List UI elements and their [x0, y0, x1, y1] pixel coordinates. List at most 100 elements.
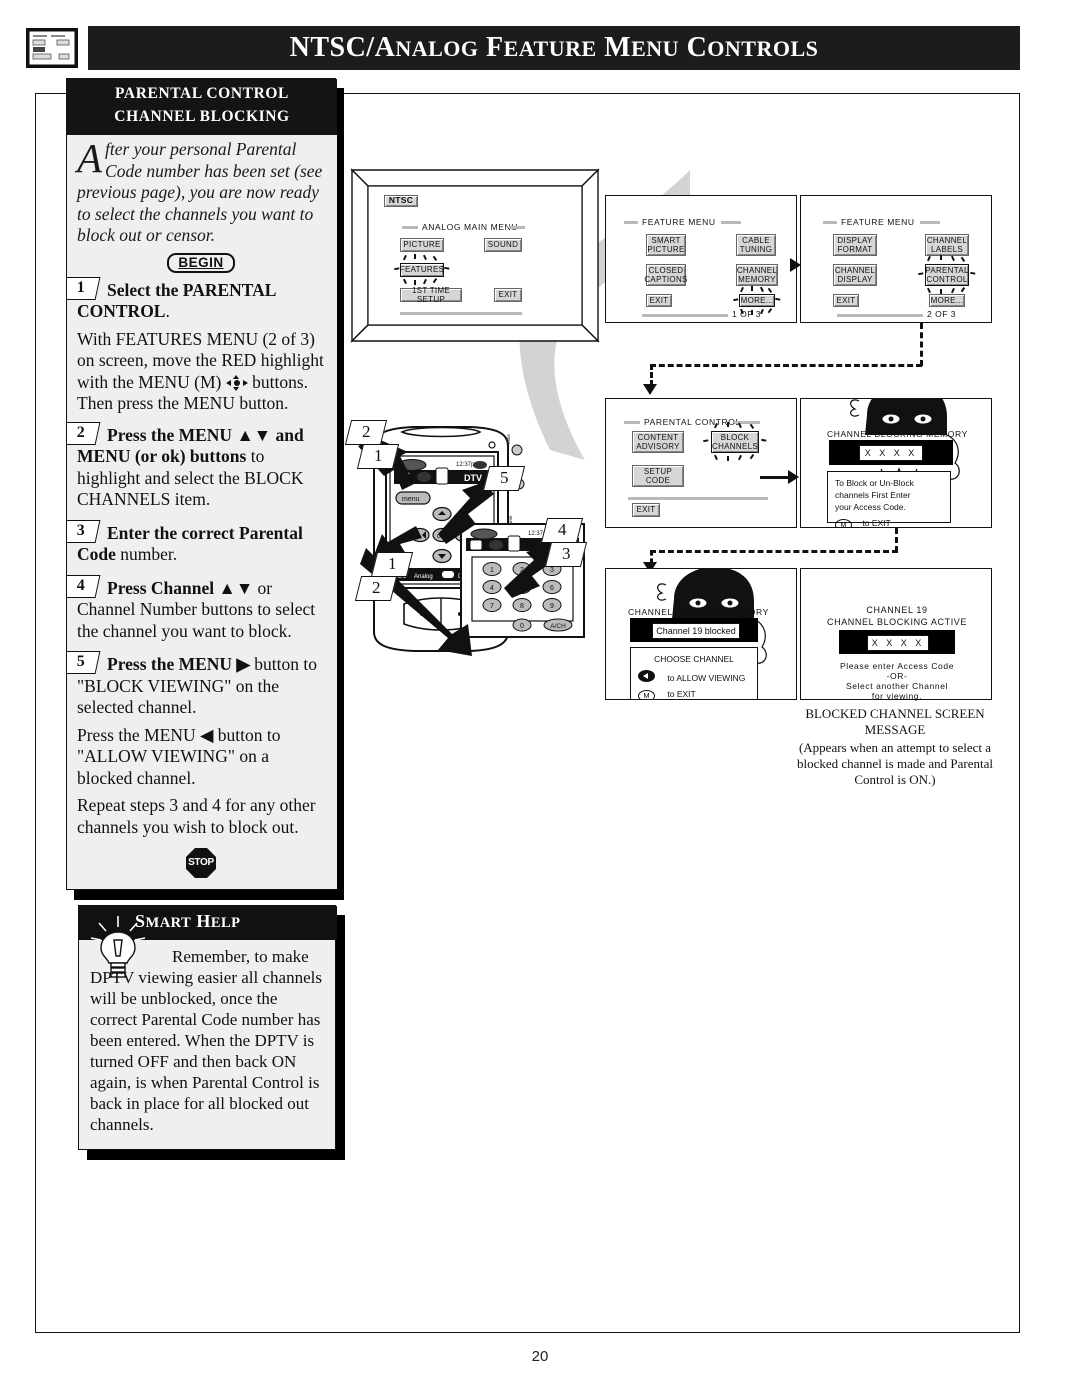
page-header-bar: NTSC/ANALOG FEATURE MENU CONTROLS	[88, 26, 1020, 70]
fm2-bottom-rule	[837, 314, 923, 317]
remote-callout-2a: 2	[344, 420, 388, 445]
blocked-note-3: Select another Channel	[845, 681, 949, 691]
fm1-btn-smart-picture[interactable]: SMART PICTURE	[646, 234, 686, 256]
screen-cbm-code: CHANNEL BLOCKING MEMORY X X X X To Block…	[800, 398, 992, 528]
fm1-btn-exit[interactable]: EXIT	[646, 294, 672, 307]
fm1-btn-cable-tuning[interactable]: CABLE TUNING	[736, 234, 776, 256]
panel-body: PARENTAL CONTROL CHANNEL BLOCKING After …	[66, 78, 337, 890]
remote-callout-5: 5	[482, 466, 526, 491]
step-1: 1 Select the PARENTAL CONTROL.	[67, 276, 325, 323]
pc-title: PARENTAL CONTROL	[644, 417, 741, 427]
cbm-exit-label: to EXIT	[862, 518, 891, 528]
panel-heading-line2: CHANNEL BLOCKING	[114, 108, 290, 125]
blocked-code-field[interactable]: X X X X	[867, 635, 929, 651]
page-number: 20	[531, 1348, 549, 1365]
ntsc-btn-1st-time-setup[interactable]: 1ST TIME SETUP	[400, 286, 462, 304]
osd-rule-right	[509, 226, 525, 229]
cbm-code-title: CHANNEL BLOCKING MEMORY	[827, 429, 968, 439]
caption-body: (Appears when an attempt to select a blo…	[796, 740, 993, 787]
intro-dropcap: A	[77, 135, 103, 181]
cbm-code-field[interactable]: X X X X	[859, 445, 923, 461]
fm1-page-indicator: 1 OF 3	[732, 309, 761, 319]
arrow-shaft-cbm	[760, 476, 792, 479]
left-arrow-key-icon	[638, 670, 655, 682]
menu-pad-icon	[225, 375, 248, 391]
begin-badge-wrap: BEGIN	[77, 252, 325, 273]
remote-callout-2b: 2	[354, 576, 398, 601]
pc-btn-exit[interactable]: EXIT	[632, 503, 660, 517]
step-number-1: 1	[67, 276, 101, 300]
fm1-bottom-rule	[642, 314, 728, 317]
cbm-msg-line-3: your Access Code.	[835, 502, 906, 512]
intro-paragraph: After your personal Parental Code number…	[77, 135, 325, 247]
connector-h-1	[650, 364, 922, 367]
ntsc-bottom-rule	[400, 312, 522, 315]
ntsc-btn-exit[interactable]: EXIT	[494, 288, 522, 302]
screen-feature-menu-2: FEATURE MENU DISPLAY FORMAT CHANNEL LABELS…	[800, 195, 992, 323]
stop-badge-wrap: STOP	[77, 848, 325, 878]
screen-feature-menu-1: FEATURE MENU SMART PICTURE CABLE TUNING CL…	[605, 195, 797, 323]
pc-bottom-rule	[628, 497, 768, 500]
blocked-note-4: for viewing.	[871, 691, 923, 701]
fm1-title: FEATURE MENU	[642, 217, 716, 227]
pc-rule-right	[734, 421, 760, 424]
step-4-text: Press Channel ▲▼ or Channel Number butto…	[77, 577, 316, 641]
fm2-btn-parental-control[interactable]: PARENTAL CONTROL	[925, 264, 969, 286]
smart-help-title: SMART HELP	[135, 911, 241, 931]
panel-content: After your personal Parental Code number…	[67, 135, 337, 889]
blocked-line-1: CHANNEL 19	[866, 605, 928, 615]
blocked-screen-caption: BLOCKED CHANNEL SCREEN MESSAGE (Appears …	[780, 706, 1010, 788]
fm2-page-indicator: 2 OF 3	[927, 309, 956, 319]
screen-blocked-message: CHANNEL 19 CHANNEL BLOCKING ACTIVE X X X…	[800, 568, 992, 701]
fm1-btn-closed-captions[interactable]: CLOSED CAPTIONS	[644, 264, 687, 286]
connector-v-3	[895, 528, 898, 552]
pc-btn-block-channels[interactable]: BLOCK CHANNELS	[711, 431, 759, 453]
ntsc-btn-features[interactable]: FEATURES	[400, 263, 444, 277]
cbm-blocked-exit-key-icon: M	[638, 690, 655, 699]
fm2-btn-more[interactable]: MORE...	[929, 294, 965, 307]
ntsc-btn-sound[interactable]: SOUND	[484, 238, 522, 252]
fm2-btn-channel-labels[interactable]: CHANNEL LABELS	[925, 234, 969, 256]
cbm-choose-channel: CHOOSE CHANNEL	[654, 654, 734, 664]
arrow-to-feature-menu-2	[790, 258, 801, 272]
page-title: NTSC/ANALOG FEATURE MENU CONTROLS	[289, 32, 819, 63]
intro-text: fter your personal Parental Code number …	[77, 139, 323, 245]
ntsc-badge: NTSC	[384, 195, 418, 207]
connector-h-2	[650, 550, 898, 553]
osd-rule-left	[402, 226, 418, 229]
step-number-5: 5	[67, 651, 101, 674]
cbm-blocked-exit-label: to EXIT	[667, 689, 696, 699]
fm1-btn-channel-memory[interactable]: CHANNEL MEMORY	[736, 264, 778, 286]
ntsc-btn-picture[interactable]: PICTURE	[400, 238, 444, 252]
tv-menu-icon	[24, 26, 80, 70]
fm1-btn-more[interactable]: MORE...	[739, 294, 775, 307]
fm2-title: FEATURE MENU	[841, 217, 915, 227]
step-3: 3 Enter the correct Parental Code number…	[67, 519, 325, 566]
pc-btn-content-advisory[interactable]: CONTENT ADVISORY	[632, 431, 684, 453]
step-2: 2 Press the MENU ▲▼ and MENU (or ok) but…	[67, 421, 325, 511]
step-5-text: Press the MENU ▶ button to "BLOCK VIEWIN…	[77, 654, 317, 717]
blocked-note-2: -OR-	[886, 671, 908, 681]
fm2-btn-exit[interactable]: EXIT	[833, 294, 859, 307]
remote-callout-1a: 1	[356, 444, 400, 469]
cbm-exit-key-icon: M	[835, 519, 852, 527]
cbm-blocked-title: CHANNEL BLOCKING MEMORY	[628, 607, 769, 617]
step-1-body: With FEATURES MENU (2 of 3) on screen, m…	[77, 328, 324, 414]
cbm-code-message: To Block or Un-Block channels First Ente…	[827, 471, 951, 527]
screen-cbm-blocked: CHANNEL BLOCKING MEMORY Channel 19 block…	[605, 568, 797, 700]
step-number-3: 3	[67, 519, 101, 543]
arrow-to-parental-screen	[643, 384, 657, 395]
remote-control-illustration: 12:37pm DTV menu ok 2/3 Analog DTV mute …	[344, 418, 588, 658]
pc-btn-setup-code[interactable]: SETUP CODE	[632, 465, 684, 487]
step-2-text: Press the MENU ▲▼ and MENU (or ok) butto…	[77, 424, 304, 510]
cbm-blocked-status: Channel 19 blocked	[652, 623, 740, 639]
screen-ntsc: NTSC ANALOG MAIN MENU PICTURE SOUND FEAT…	[368, 186, 582, 325]
svg-text:mute: mute	[506, 433, 511, 444]
remote-callout-4: 4	[540, 518, 584, 543]
fm2-btn-display-format[interactable]: DISPLAY FORMAT	[833, 234, 877, 256]
fm2-btn-channel-display[interactable]: CHANNEL DISPLAY	[833, 264, 877, 286]
pc-rule-left	[624, 421, 640, 424]
fm1-rule-left	[624, 221, 638, 224]
smart-help-panel: SMART HELP Remember, to make DPTV viewin…	[78, 905, 345, 1160]
smart-help-text: Remember, to make DPTV viewing easier al…	[79, 940, 337, 1135]
